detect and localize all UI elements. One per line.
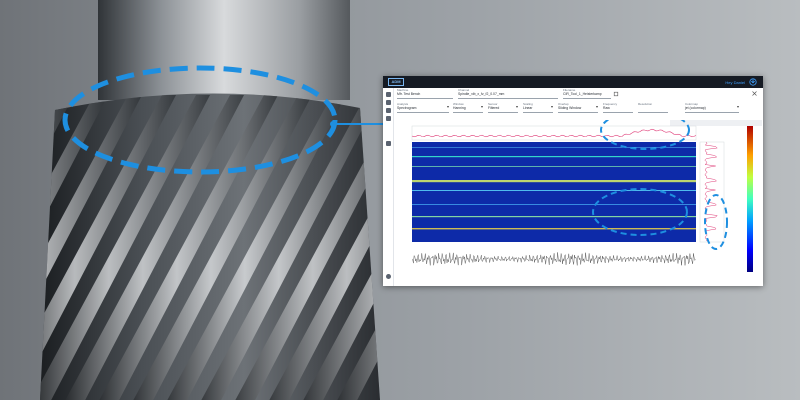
field-value: CIR_Tool_1_Heisterkamp — [563, 92, 602, 96]
chart-icon[interactable] — [386, 108, 391, 113]
spectrogram-panel — [411, 120, 762, 272]
field-value: Linear — [523, 106, 533, 110]
files-icon[interactable] — [386, 100, 391, 105]
app-logo: ADM — [388, 78, 404, 86]
field-machine[interactable]: Machine Mfr. Test Bench — [397, 88, 453, 99]
field-value: Spindle_vib_x_fz_f2_0.07_mm — [458, 92, 505, 96]
spectrogram-band — [412, 166, 696, 167]
field-value: Spectrogram — [397, 106, 417, 110]
field-analysis[interactable]: Analysis Spectrogram — [397, 102, 449, 113]
flute-edge — [0, 95, 6, 400]
field-sensor[interactable]: Sensor Filtered — [488, 102, 518, 113]
user-link[interactable]: Hey Daniel — [725, 80, 745, 85]
close-icon[interactable] — [752, 91, 757, 96]
field-resolution[interactable]: Resolution — [638, 102, 668, 113]
field-overlap[interactable]: Overlap Sliding Window — [558, 102, 598, 113]
chevron-down-icon — [481, 106, 483, 108]
chevron-down-icon — [551, 106, 553, 108]
spectrogram-band — [412, 216, 696, 218]
field-channel[interactable]: Channel Spindle_vib_x_fz_f2_0.07_mm — [458, 88, 558, 99]
spectrogram-band — [412, 180, 696, 183]
top-marginal-frame — [411, 125, 697, 141]
chevron-down-icon — [596, 106, 598, 108]
chevron-down-icon — [447, 106, 449, 108]
field-filename[interactable]: Filename CIR_Tool_1_Heisterkamp — [563, 88, 611, 99]
field-frequency[interactable]: Frequency Raw — [603, 102, 633, 113]
field-value: Raw — [603, 106, 610, 110]
field-value: Mfr. Test Bench — [397, 92, 421, 96]
flute-edge — [0, 95, 40, 400]
field-value: Filtered — [488, 106, 500, 110]
field-value: Sliding Window — [558, 106, 582, 110]
colorbar — [747, 126, 753, 272]
spectrogram-band — [412, 147, 696, 148]
tool-shank — [98, 0, 350, 100]
spectrogram-band — [412, 228, 696, 230]
edit-icon[interactable] — [613, 91, 619, 97]
field-value: Hanning — [453, 106, 466, 110]
spectrogram-band — [412, 156, 696, 158]
field-window[interactable]: Window Hanning — [453, 102, 483, 113]
chevron-down-icon — [737, 106, 739, 108]
logout-icon[interactable] — [749, 78, 757, 86]
app-topbar: ADM Hey Daniel — [383, 76, 763, 88]
field-scaling[interactable]: Scaling Linear — [523, 102, 553, 113]
waveform-frame — [412, 246, 696, 272]
field-label: Resolution — [638, 102, 653, 106]
field-colormap[interactable]: Colormap jet (colormap) — [685, 102, 739, 113]
chevron-down-icon — [516, 106, 518, 108]
spectrogram-band — [412, 204, 696, 205]
menu-icon[interactable] — [386, 92, 391, 97]
field-value: jet (colormap) — [685, 106, 706, 110]
